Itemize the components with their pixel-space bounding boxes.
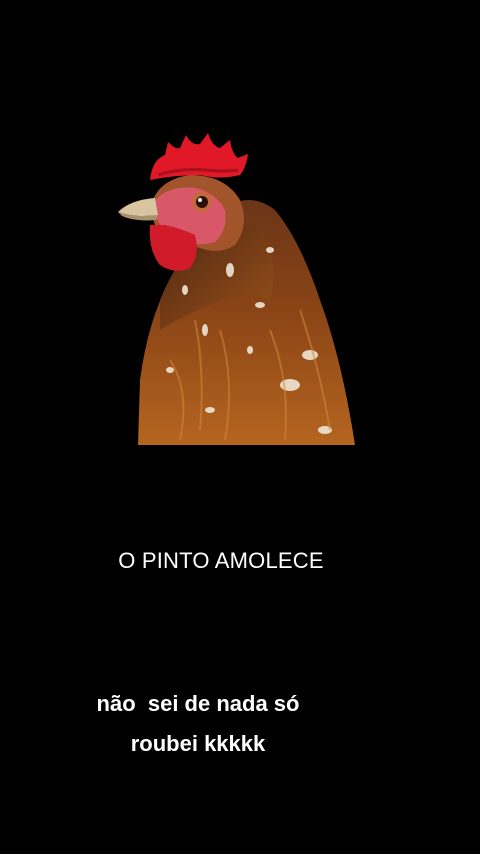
caption-bottom-line-2: roubei kkkkk: [130, 731, 266, 756]
caption-top: O PINTO AMOLECE: [118, 548, 324, 573]
caption-bottom-line-1: não sei de nada só: [96, 691, 300, 716]
video-frame: O PINTO AMOLECE não sei de nada só roube…: [0, 0, 480, 854]
rooster-icon: [118, 133, 355, 445]
caption-bottom: não sei de nada só roubei kkkkk: [60, 684, 336, 764]
rooster-photo: [110, 130, 360, 450]
